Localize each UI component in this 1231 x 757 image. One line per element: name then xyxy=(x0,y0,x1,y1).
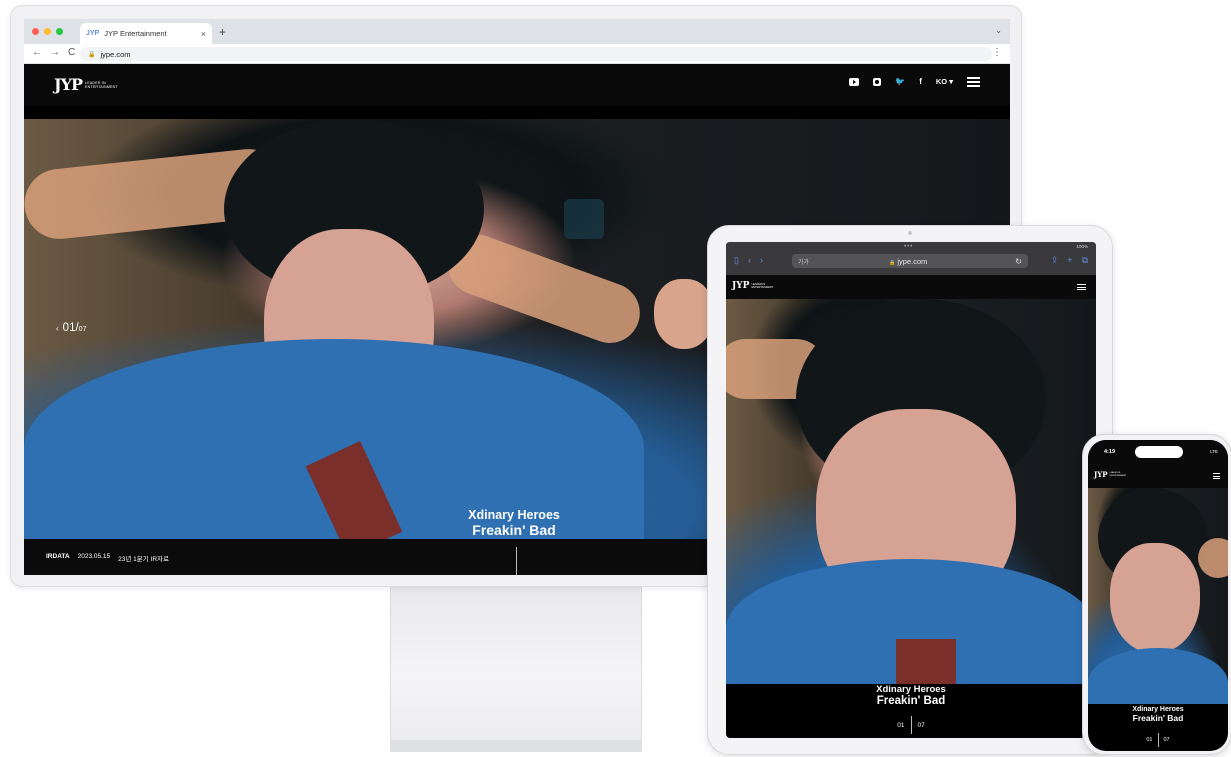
scroll-indicator-line xyxy=(516,547,517,575)
status-icons: LTE xyxy=(1210,449,1218,454)
slide-counter: ‹ 01/07 xyxy=(56,322,86,334)
monitor-foot xyxy=(390,740,642,752)
back-button[interactable]: ← xyxy=(32,47,42,58)
tab-list-dropdown-icon[interactable]: ⌄ xyxy=(995,26,1002,35)
hero-artist: Xdinary Heroes xyxy=(1132,706,1184,713)
forward-button[interactable]: → xyxy=(50,47,60,58)
tablet-device: ••• 100% ▯ ‹ › 가가 🔒 jype.com ↻ ⇪ + ⧉ JYP… xyxy=(707,225,1113,755)
ir-label: IRDATA xyxy=(46,553,70,560)
browser-menu-icon[interactable]: ⋮ xyxy=(992,47,1002,58)
tablet-site-header: JYP LEADER IN ENTERTAINMENT xyxy=(726,275,1096,299)
browser-toolbar: ← → C 🔒 jype.com ⋮ xyxy=(24,44,1010,64)
text-size-button[interactable]: 가가 xyxy=(798,257,809,266)
instagram-icon[interactable] xyxy=(873,77,882,86)
new-tab-icon[interactable]: + xyxy=(1067,255,1072,266)
hero-image xyxy=(1088,488,1228,704)
safari-left-controls: ▯ ‹ › xyxy=(734,255,763,266)
battery-status: 100% xyxy=(1076,244,1088,249)
phone-screen: 4:19 LTE JYP LEADER IN ENTERTAINMENT Xdin… xyxy=(1088,440,1228,751)
slide-current: 01 xyxy=(1146,737,1153,743)
hero-title: Freakin' Bad xyxy=(472,522,556,538)
hero-title: Freakin' Bad xyxy=(876,695,946,707)
reload-icon[interactable]: ↻ xyxy=(1015,257,1022,266)
reload-button[interactable]: C xyxy=(68,47,75,58)
phone-site-header: JYP LEADER IN ENTERTAINMENT xyxy=(1088,462,1228,488)
twitter-icon[interactable]: 🐦 xyxy=(895,77,905,86)
dynamic-island xyxy=(1135,446,1183,458)
language-selector[interactable]: KO ▾ xyxy=(936,77,953,86)
multitask-dots-icon[interactable]: ••• xyxy=(904,244,913,250)
hero-artist: Xdinary Heroes xyxy=(876,684,946,695)
tablet-screen: ••• 100% ▯ ‹ › 가가 🔒 jype.com ↻ ⇪ + ⧉ JYP… xyxy=(726,242,1096,738)
pager-divider xyxy=(910,716,912,734)
ir-date: 2023.05.15 xyxy=(77,553,111,560)
status-time: 4:19 xyxy=(1104,449,1116,455)
safari-right-controls: ⇪ + ⧉ xyxy=(1051,255,1088,266)
browser-tab[interactable]: JYP JYP Entertainment × xyxy=(80,23,212,44)
ir-data-link[interactable]: IRDATA 2023.05.15 23년 1분기 IR자료 xyxy=(46,553,169,563)
hero-image xyxy=(726,299,1096,684)
phone-status-bar: 4:19 LTE xyxy=(1088,440,1228,462)
close-tab-icon[interactable]: × xyxy=(201,29,206,39)
slide-current: 01 xyxy=(62,322,76,334)
youtube-icon[interactable] xyxy=(849,77,860,86)
hero-caption[interactable]: Xdinary Heroes Freakin' Bad xyxy=(424,508,604,538)
menu-icon[interactable] xyxy=(967,77,980,87)
slide-pager: 01 07 xyxy=(1088,733,1228,747)
header-actions: 🐦 f KO ▾ xyxy=(849,77,980,87)
logo-mark: JYP xyxy=(54,75,83,94)
address-url: jype.com xyxy=(100,49,131,59)
phone-device: 4:19 LTE JYP LEADER IN ENTERTAINMENT Xdin… xyxy=(1082,434,1231,755)
back-icon[interactable]: ‹ xyxy=(748,255,751,266)
nav-buttons: ← → C xyxy=(32,47,75,58)
slide-total: 07 xyxy=(1163,737,1170,743)
tabs-overview-icon[interactable]: ⧉ xyxy=(1082,255,1088,266)
slide-current: 01 xyxy=(897,721,905,729)
monitor-stand xyxy=(390,585,642,743)
hero-artist: Xdinary Heroes xyxy=(468,508,560,522)
forward-icon[interactable]: › xyxy=(760,255,763,266)
new-tab-button[interactable]: + xyxy=(219,25,226,39)
browser-tab-strip: JYP JYP Entertainment × + ⌄ xyxy=(24,19,1010,44)
share-icon[interactable]: ⇪ xyxy=(1051,255,1059,266)
slide-pager: 01 07 xyxy=(726,716,1096,734)
tab-title: JYP Entertainment xyxy=(104,29,167,38)
slide-total: 07 xyxy=(917,721,925,729)
minimize-window-button[interactable] xyxy=(44,28,51,35)
safari-address-bar[interactable]: 가가 🔒 jype.com ↻ xyxy=(792,254,1028,268)
hero-caption[interactable]: Xdinary Heroes Freakin' Bad xyxy=(726,684,1096,707)
jyp-logo[interactable]: JYP LEADER IN ENTERTAINMENT xyxy=(732,281,773,291)
lock-icon: 🔒 xyxy=(889,259,896,266)
tablet-camera xyxy=(908,231,912,235)
menu-icon[interactable] xyxy=(1213,473,1220,479)
close-window-button[interactable] xyxy=(32,28,39,35)
hero-caption[interactable]: Xdinary Heroes Freakin' Bad xyxy=(1088,706,1228,723)
address-bar[interactable]: 🔒 jype.com xyxy=(80,47,992,61)
safari-url: 🔒 jype.com xyxy=(889,256,928,266)
facebook-icon[interactable]: f xyxy=(919,77,922,86)
lock-icon: 🔒 xyxy=(88,51,96,58)
hero-title: Freakin' Bad xyxy=(1132,713,1184,723)
slide-total: 07 xyxy=(78,326,87,333)
pager-divider xyxy=(1157,733,1159,747)
sidebar-icon[interactable]: ▯ xyxy=(734,255,739,266)
safari-toolbar: ••• 100% ▯ ‹ › 가가 🔒 jype.com ↻ ⇪ + ⧉ xyxy=(726,242,1096,275)
jyp-logo[interactable]: JYP LEADER IN ENTERTAINMENT xyxy=(54,75,118,94)
ir-title: 23년 1분기 IR자료 xyxy=(118,556,169,563)
maximize-window-button[interactable] xyxy=(56,28,63,35)
favicon-icon: JYP xyxy=(86,30,100,37)
jyp-logo[interactable]: JYP LEADER IN ENTERTAINMENT xyxy=(1094,470,1126,479)
menu-icon[interactable] xyxy=(1077,284,1086,291)
site-header: JYP LEADER IN ENTERTAINMENT 🐦 f KO ▾ xyxy=(24,64,1010,106)
window-controls xyxy=(32,28,63,35)
prev-slide-button[interactable]: ‹ xyxy=(56,324,59,333)
logo-tagline: LEADER IN ENTERTAINMENT xyxy=(85,80,118,89)
